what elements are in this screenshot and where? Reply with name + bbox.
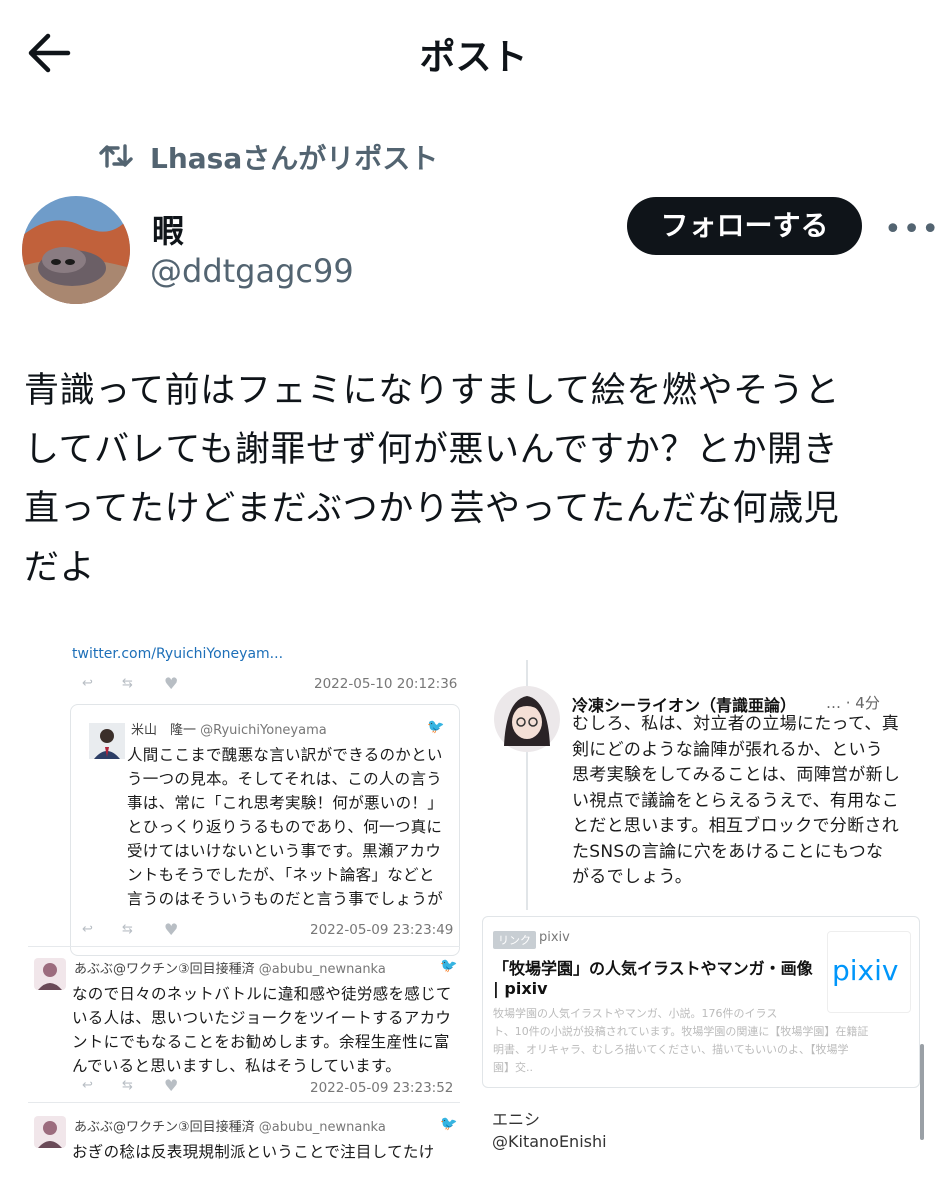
retweet-icon: ⇆ [122, 676, 133, 691]
twitter-bird-icon: 🐦 [440, 958, 458, 974]
post-line: 直ってたけどまだぶつかり芸やってたんだな何歳児 [24, 489, 840, 529]
text-line: 事は、常に「これ思考実験！何が悪いの！」 [127, 794, 444, 812]
post-line: してバレても謝罪せず何が悪いんですか？とか開き [24, 430, 839, 470]
text-line: たSNSの言論に穴をあけることにもつな [572, 841, 884, 862]
retweet-icon: ⇆ [122, 1078, 133, 1093]
text-line: ントもそうでしたが、「ネット論客」などと [127, 866, 435, 884]
pixiv-logo: pixiv [827, 931, 911, 1013]
text-line: 人間ここまで醜悪な言い訳ができるのかとい [127, 746, 443, 764]
like-icon: ♥ [164, 674, 179, 693]
scrollbar [920, 1044, 924, 1140]
reply-text: なので日々のネットバトルに違和感や徒労感を感じて いる人は、思いついたジョークを… [72, 982, 452, 1078]
timestamp: 2022-05-10 20:12:36 [314, 676, 458, 692]
quoted-tweet-card: 米山 隆一 @RyuichiYoneyama 🐦 人間ここまで醜悪な言い訳ができ… [70, 704, 460, 956]
twitter-bird-icon: 🐦 [440, 1116, 458, 1132]
avatar [89, 723, 125, 759]
text-line: とだと思います。相互ブロックで分断され [572, 816, 899, 836]
post-line: 青識って前はフェミになりすまして絵を燃やそうと [24, 371, 841, 411]
text-line: とひっくり返りうるものであり、何一つ真に [127, 818, 443, 836]
reply-handle: @abubu_newnanka [258, 962, 386, 977]
reply-icon: ↩ [82, 922, 93, 937]
quoted-name: 米山 隆一 [131, 723, 197, 738]
text-line: 言うのはそういうものだと言う事でしょうが [127, 890, 444, 908]
enishi-handle: @KitanoEnishi [492, 1132, 607, 1151]
avatar [34, 958, 66, 990]
text-line: なので日々のネットバトルに違和感や徒労感を感じて [72, 985, 452, 1003]
avatar [494, 686, 560, 752]
quoted-text: 人間ここまで醜悪な言い訳ができるのかとい う一つの見本。そしてそれは、この人の言… [127, 743, 443, 911]
reply-icon: ↩ [82, 1078, 93, 1093]
page-title: ポスト [419, 37, 528, 78]
reply-name: あぶぶ@ワクチン③回目接種済 [74, 962, 255, 977]
tweet-link: twitter.com/RyuichiYoneyam... [72, 646, 284, 662]
like-icon: ♥ [164, 920, 179, 939]
text-line: んでいると思いますし、私はそうしています。 [72, 1057, 402, 1075]
reply-author: あぶぶ@ワクチン③回目接種済 @abubu_newnanka [74, 1116, 386, 1135]
text-line: いる人は、思いついたジョークをツイートするアカウ [72, 1009, 452, 1027]
text-line: むしろ、私は、対立者の立場にたって、真 [572, 714, 899, 734]
link-preview-card: リンク pixiv 「牧場学園」の人気イラストやマンガ・画像 | pixiv 牧… [482, 916, 920, 1088]
retweet-icon: ⇆ [122, 922, 133, 937]
text-line: い視点で議論をとらえるうえで、有用なこ [572, 790, 899, 811]
avatar [34, 1116, 66, 1148]
enishi-name: エニシ [492, 1110, 541, 1129]
link-desc: ト、10件の小説が投稿されています。牧場学園の関連に【牧場学園】在籍証 [493, 1025, 869, 1038]
attached-image[interactable]: twitter.com/RyuichiYoneyam... ↩ ⇆ ♥ 2022… [0, 640, 947, 1170]
link-title: | pixiv [493, 979, 548, 998]
text-line: ントにでもなることをお勧めします。余程生産性に富 [72, 1033, 450, 1051]
link-tag: リンク [493, 931, 536, 949]
link-desc: 牧場学園の人気イラストやマンガ、小説。176件のイラス [493, 1007, 778, 1020]
quoted-handle: @RyuichiYoneyama [200, 723, 327, 738]
like-icon: ♥ [164, 1076, 179, 1095]
right-tweet-text: むしろ、私は、対立者の立場にたって、真 剣にどのような論陣が張れるか、という 思… [572, 712, 900, 891]
post-text: 青識って前はフェミになりすまして絵を燃やそうと してバレても謝罪せず何が悪いんで… [24, 362, 924, 598]
divider [28, 946, 460, 947]
top-bar: ポスト [0, 0, 947, 110]
avatar[interactable] [22, 196, 130, 304]
divider [28, 1102, 460, 1103]
follow-button[interactable]: フォローする [627, 197, 862, 255]
reply-author: あぶぶ@ワクチン③回目接種済 @abubu_newnanka [74, 958, 386, 977]
repost-icon [99, 144, 133, 168]
reply-icon: ↩ [82, 676, 93, 691]
timestamp: 2022-05-09 23:23:49 [310, 922, 454, 938]
right-time: … · 4分 [826, 694, 880, 712]
pixiv-logo-text: pixiv [832, 954, 899, 987]
link-title: 「牧場学園」の人気イラストやマンガ・画像 [493, 959, 813, 978]
quoted-author: 米山 隆一 @RyuichiYoneyama [131, 719, 327, 738]
text-line: がるでしょう。 [572, 867, 693, 887]
repost-label[interactable]: Lhasaさんがリポスト [150, 137, 438, 177]
post-line: だよ [24, 548, 96, 588]
twitter-bird-icon: 🐦 [427, 719, 445, 735]
text-line: 思考実験をしてみることは、両陣営が新し [572, 765, 901, 785]
display-name[interactable]: 暇 [152, 206, 184, 252]
timestamp: 2022-05-09 23:23:52 [310, 1080, 454, 1096]
reply-handle: @abubu_newnanka [258, 1120, 386, 1135]
link-site: pixiv [539, 930, 570, 945]
more-options-icon[interactable]: ••• [884, 212, 939, 247]
reply-name: あぶぶ@ワクチン③回目接種済 [74, 1120, 255, 1135]
reply-text: おぎの稔は反表現規制派ということで注目してたけ [72, 1143, 435, 1161]
link-desc: 明書、オリキャラ、むしろ描いてください、描いてもいいのよ、【牧場学 [493, 1043, 849, 1056]
text-line: 剣にどのような論陣が張れるか、という [572, 739, 884, 760]
link-desc: 園】交.. [493, 1061, 533, 1074]
user-handle[interactable]: @ddtgagc99 [150, 252, 354, 290]
text-line: う一つの見本。そしてそれは、この人の言う [127, 770, 443, 788]
text-line: 受けてはいけないという事です。黒瀬アカウ [127, 842, 442, 860]
